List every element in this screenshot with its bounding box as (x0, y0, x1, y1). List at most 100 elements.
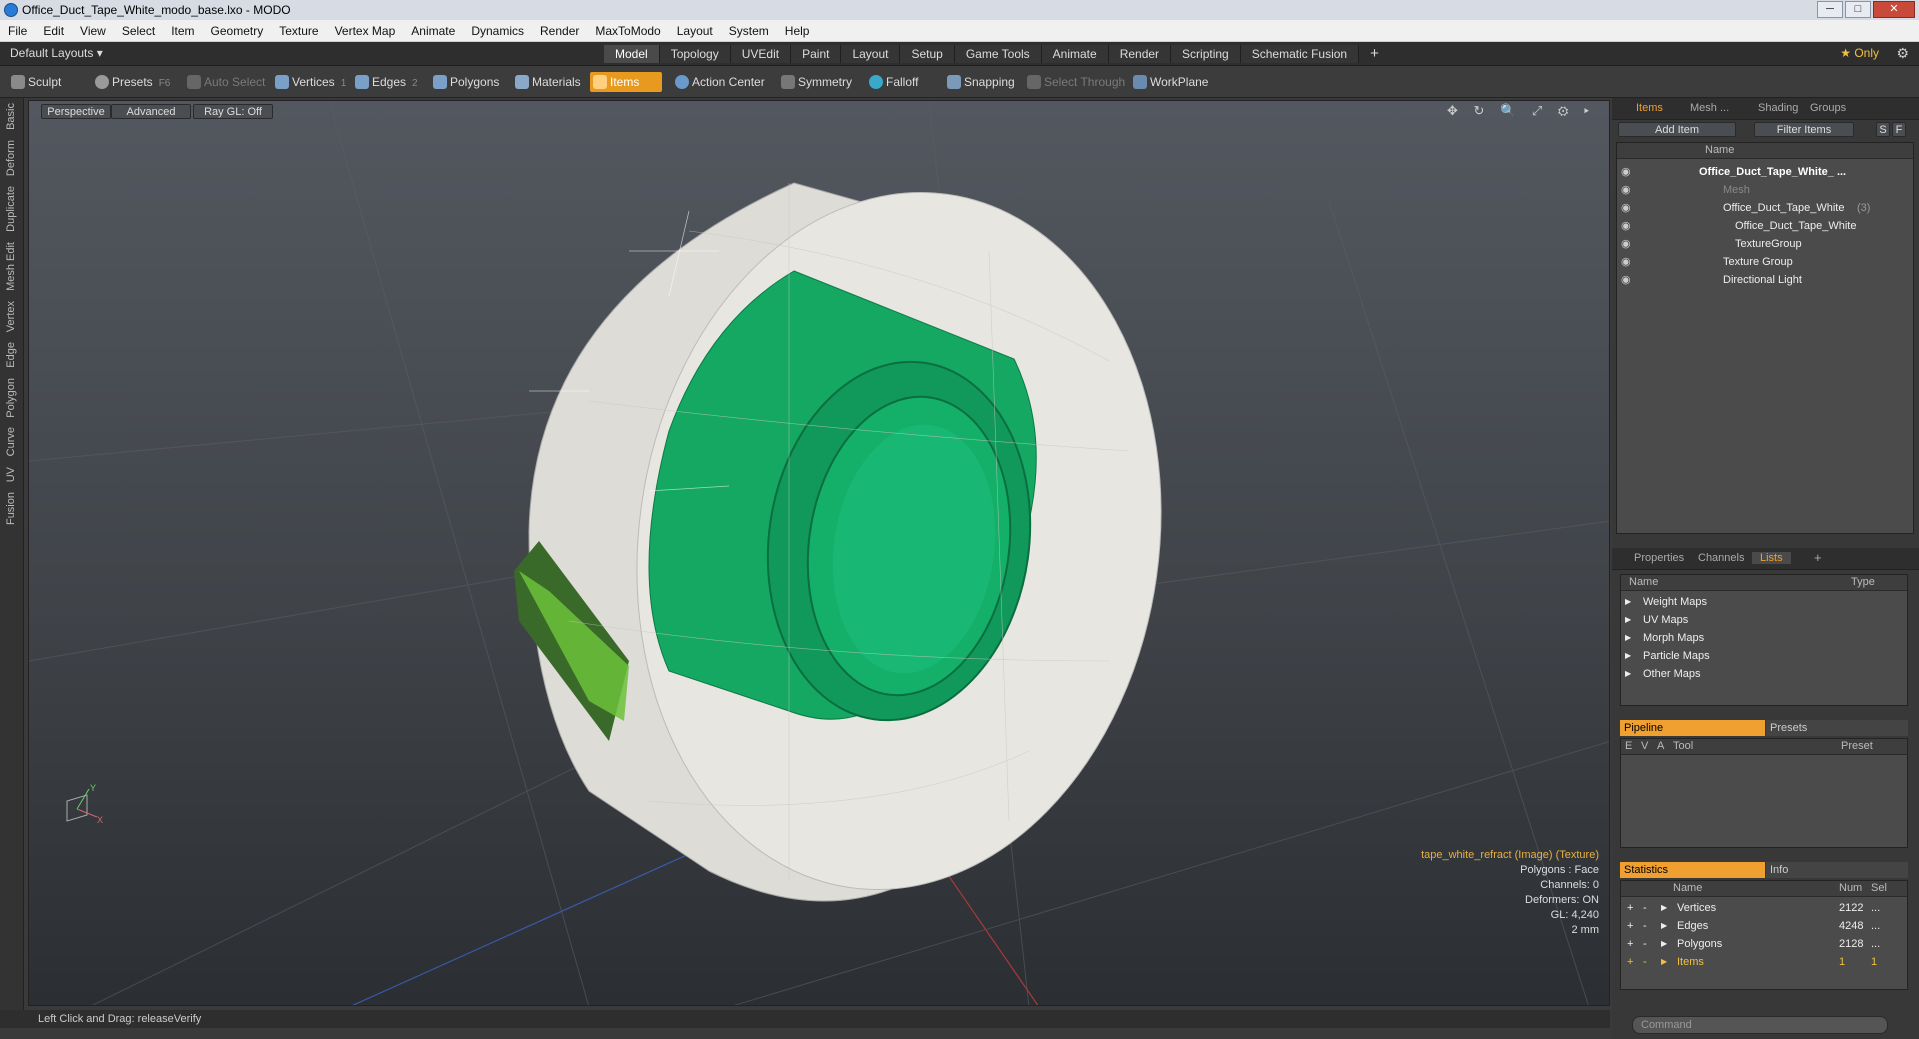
tab-info[interactable]: Info (1766, 862, 1908, 878)
tab-topology[interactable]: Topology (659, 45, 731, 63)
tab-paint[interactable]: Paint (791, 45, 842, 63)
menu-render[interactable]: Render (532, 20, 587, 42)
only-toggle[interactable]: ★ Only (1840, 46, 1879, 60)
list-item[interactable]: ◉ Mesh (1617, 181, 1913, 199)
action-center-button[interactable]: Action Center (672, 72, 765, 92)
tab-duplicate[interactable]: Duplicate (5, 181, 17, 237)
list-item[interactable]: ▶ Other Maps (1621, 665, 1907, 683)
perspective-dropdown[interactable]: Perspective (41, 104, 111, 119)
close-button[interactable]: ✕ (1873, 1, 1915, 18)
tab-deform[interactable]: Deform (5, 135, 17, 181)
minimize-button[interactable]: ─ (1817, 1, 1843, 18)
menu-edit[interactable]: Edit (35, 20, 72, 42)
add-panel-tab-button[interactable]: + (1814, 550, 1822, 565)
auto-select-button[interactable]: Auto Select (184, 72, 265, 92)
tab-polygon[interactable]: Polygon (5, 373, 17, 423)
eye-icon[interactable]: ◉ (1621, 181, 1631, 199)
tab-uv[interactable]: UV (5, 462, 17, 487)
menu-system[interactable]: System (721, 20, 777, 42)
table-row[interactable]: + - ▶ Edges 4248... (1621, 917, 1907, 935)
list-item[interactable]: ▶ Morph Maps (1621, 629, 1907, 647)
tab-pipeline[interactable]: Pipeline (1620, 720, 1765, 736)
menu-animate[interactable]: Animate (403, 20, 463, 42)
table-row[interactable]: + - ▶ Vertices 2122... (1621, 899, 1907, 917)
tab-vertex[interactable]: Vertex (5, 296, 17, 337)
vertices-button[interactable]: Vertices 1 (272, 72, 346, 92)
symmetry-button[interactable]: Symmetry (778, 72, 852, 92)
menu-texture[interactable]: Texture (271, 20, 326, 42)
snapping-button[interactable]: Snapping (944, 72, 1015, 92)
table-row[interactable]: + - ▶ Items 1 1 (1621, 953, 1907, 971)
menu-select[interactable]: Select (114, 20, 163, 42)
list-item[interactable]: ◉ Office_Duct_Tape_White (3) (1617, 199, 1913, 217)
falloff-button[interactable]: Falloff (866, 72, 918, 92)
command-input[interactable]: Command (1632, 1016, 1888, 1034)
menu-geometry[interactable]: Geometry (203, 20, 272, 42)
list-item[interactable]: ◉ Office_Duct_Tape_White_ ... (1617, 163, 1913, 181)
menu-maxtomodo[interactable]: MaxToModo (587, 20, 668, 42)
menu-vertex-map[interactable]: Vertex Map (327, 20, 404, 42)
tab-edge[interactable]: Edge (5, 337, 17, 373)
gear-icon[interactable]: ⚙ (1896, 45, 1909, 62)
eye-icon[interactable]: ◉ (1621, 217, 1631, 235)
list-item[interactable]: ◉ Texture Group (1617, 253, 1913, 271)
menu-layout[interactable]: Layout (669, 20, 721, 42)
s-toggle[interactable]: S (1876, 122, 1890, 137)
eye-icon[interactable]: ◉ (1621, 271, 1631, 289)
3d-viewport[interactable]: Y X Perspective Advanced Ray GL: Off ✥ ↻… (28, 100, 1610, 1006)
menu-help[interactable]: Help (777, 20, 818, 42)
tab-render[interactable]: Render (1108, 45, 1172, 63)
edges-button[interactable]: Edges 2 (352, 72, 418, 92)
workplane-button[interactable]: WorkPlane (1130, 72, 1208, 92)
list-item[interactable]: ▶ Particle Maps (1621, 647, 1907, 665)
tab-animate[interactable]: Animate (1041, 45, 1109, 63)
tab-scripting[interactable]: Scripting (1171, 45, 1241, 63)
menu-item[interactable]: Item (163, 20, 202, 42)
tab-mesh-edit[interactable]: Mesh Edit (5, 237, 17, 296)
tab-curve[interactable]: Curve (5, 422, 17, 461)
select-through-button[interactable]: Select Through (1024, 72, 1125, 92)
tab-uvedit[interactable]: UVEdit (730, 45, 792, 63)
tab-schematic-fusion[interactable]: Schematic Fusion (1240, 45, 1360, 63)
viewport-nav-icons[interactable]: ✥ ↻ 🔍 ⤢ ⚙ ▸ (1447, 103, 1595, 119)
tab-layout[interactable]: Layout (841, 45, 901, 63)
add-item-dropdown[interactable]: Add Item (1618, 122, 1736, 137)
list-item[interactable]: ▶ UV Maps (1621, 611, 1907, 629)
tab-fusion[interactable]: Fusion (5, 487, 17, 530)
items-button[interactable]: Items (590, 72, 662, 92)
sculpt-button[interactable]: Sculpt (8, 72, 61, 92)
menu-file[interactable]: File (0, 20, 35, 42)
list-item[interactable]: ▶ Weight Maps (1621, 593, 1907, 611)
tab-items[interactable]: Items (1636, 102, 1663, 114)
tab-model[interactable]: Model (604, 45, 660, 63)
eye-icon[interactable]: ◉ (1621, 235, 1631, 253)
menu-dynamics[interactable]: Dynamics (463, 20, 532, 42)
list-item[interactable]: ◉ Directional Light (1617, 271, 1913, 289)
tab-channels[interactable]: Channels (1698, 552, 1744, 564)
tab-groups[interactable]: Groups (1810, 102, 1846, 114)
tab-game-tools[interactable]: Game Tools (954, 45, 1042, 63)
f-toggle[interactable]: F (1892, 122, 1906, 137)
presets-button[interactable]: Presets F6 (92, 72, 170, 92)
shading-advanced-dropdown[interactable]: Advanced (111, 104, 191, 119)
tab-shading[interactable]: Shading (1758, 102, 1798, 114)
filter-items-button[interactable]: Filter Items (1754, 122, 1854, 137)
tab-setup[interactable]: Setup (900, 45, 955, 63)
tab-presets[interactable]: Presets (1766, 720, 1908, 736)
menu-view[interactable]: View (72, 20, 114, 42)
polygons-button[interactable]: Polygons (430, 72, 499, 92)
eye-icon[interactable]: ◉ (1621, 199, 1631, 217)
materials-button[interactable]: Materials (512, 72, 581, 92)
add-tab-button[interactable]: + (1359, 45, 1390, 63)
tab-basic[interactable]: Basic (5, 98, 17, 135)
tab-lists[interactable]: Lists (1752, 552, 1791, 564)
tab-statistics[interactable]: Statistics (1620, 862, 1765, 878)
tab-properties[interactable]: Properties (1634, 552, 1684, 564)
eye-icon[interactable]: ◉ (1621, 163, 1631, 181)
layouts-dropdown[interactable]: Default Layouts ▾ (10, 46, 103, 60)
maximize-button[interactable]: □ (1845, 1, 1871, 18)
list-item[interactable]: ◉ TextureGroup (1617, 235, 1913, 253)
raygl-toggle[interactable]: Ray GL: Off (193, 104, 273, 119)
list-item[interactable]: ◉ Office_Duct_Tape_White (1617, 217, 1913, 235)
eye-icon[interactable]: ◉ (1621, 253, 1631, 271)
